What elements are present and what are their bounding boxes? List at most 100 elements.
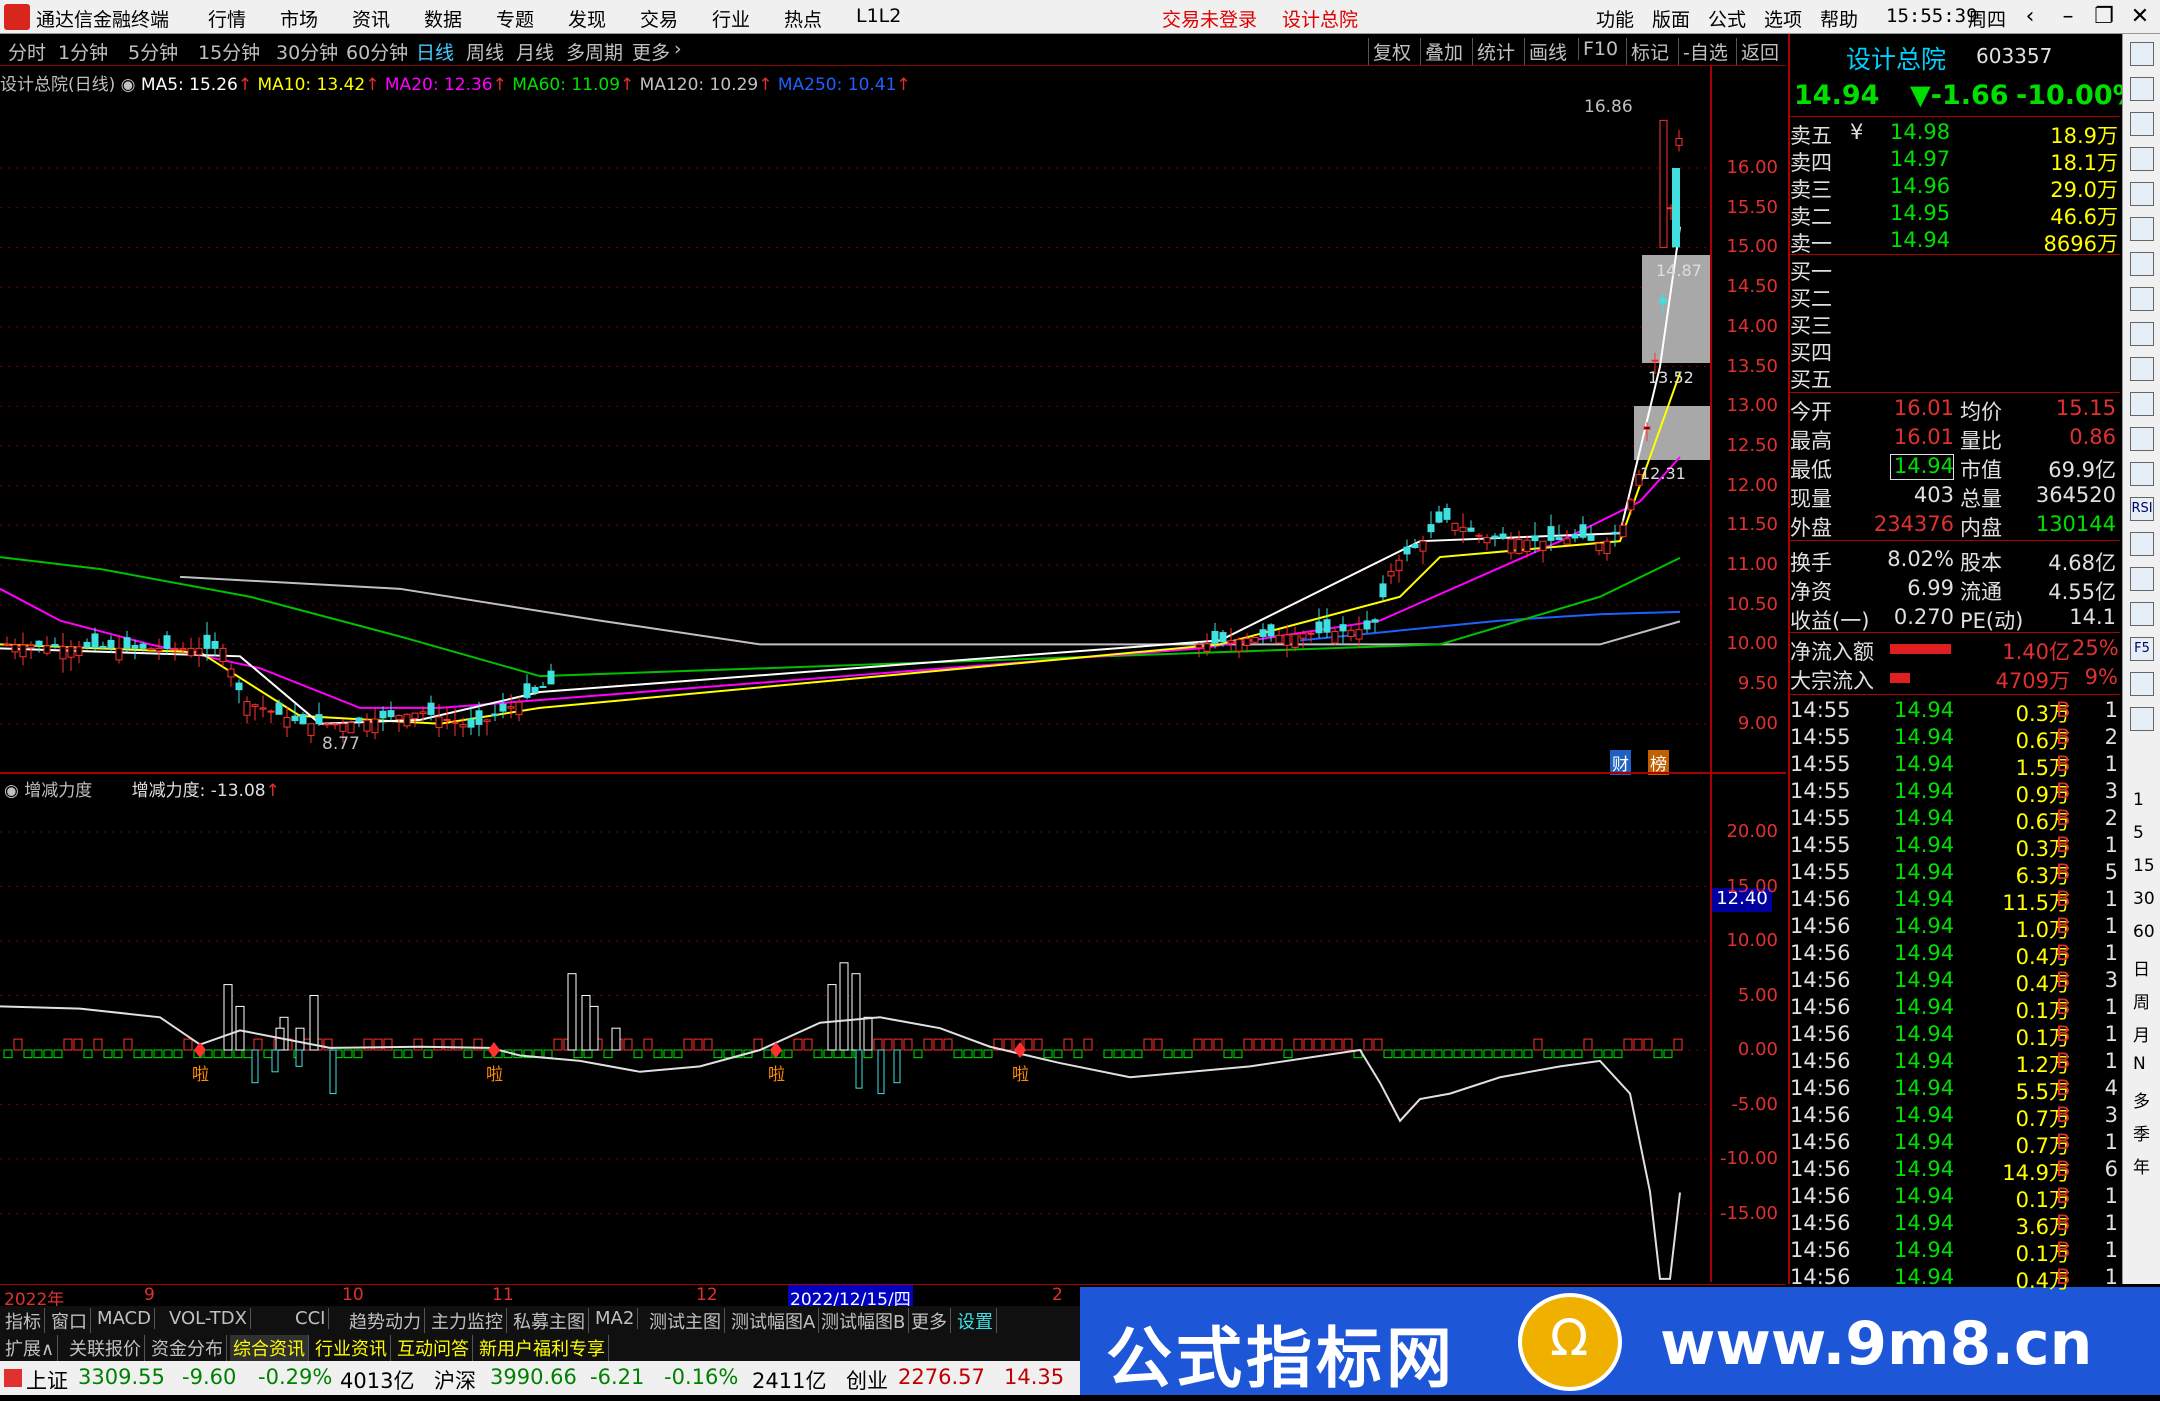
menu-item[interactable]: 专题	[496, 5, 534, 32]
tool-button[interactable]: -自选	[1678, 38, 1732, 65]
toolbar-icon[interactable]	[2130, 287, 2154, 311]
period-tab[interactable]: 更多	[632, 38, 670, 65]
maximize-icon[interactable]: ❐	[2084, 2, 2124, 32]
toolbar-icon[interactable]	[2130, 77, 2154, 101]
stat-row[interactable]: 现量 403 总量 364520	[1790, 483, 2120, 511]
tick-row[interactable]: 14:56 14.94 1.2万 B 1	[1790, 1049, 2120, 1077]
stat-row[interactable]: 最低 14.94 市值 69.9亿	[1790, 454, 2120, 482]
tab-item[interactable]: 指标	[2, 1308, 45, 1334]
sidebar-period-60[interactable]: 60	[2133, 922, 2155, 942]
sidebar-period-周[interactable]: 周	[2133, 988, 2150, 1013]
tab-item[interactable]: 测试主图	[646, 1308, 725, 1334]
tick-row[interactable]: 14:56 14.94 0.7万 B 1	[1790, 1130, 2120, 1158]
toolbar-icon[interactable]	[2130, 217, 2154, 241]
tab-item[interactable]: 测试幅图A	[728, 1308, 820, 1334]
tick-row[interactable]: 14:56 14.94 3.6万 B 1	[1790, 1211, 2120, 1239]
tick-row[interactable]: 14:56 14.94 0.1万 B 1	[1790, 995, 2120, 1023]
menu-item[interactable]: 交易	[640, 5, 678, 32]
toolbar-icon[interactable]	[2130, 427, 2154, 451]
tab-item[interactable]: 综合资讯	[230, 1335, 309, 1361]
tab-item[interactable]: 主力监控	[428, 1308, 507, 1334]
tick-row[interactable]: 14:56 14.94 0.4万 B 3	[1790, 968, 2120, 996]
tab-item[interactable]: 扩展∧	[2, 1335, 59, 1361]
chevron-right-icon[interactable]: ›	[674, 38, 682, 60]
toolbar-icon[interactable]	[2130, 252, 2154, 276]
stat-row[interactable]: 外盘 234376 内盘 130144	[1790, 512, 2120, 540]
tool-button[interactable]: F10	[1578, 38, 1622, 60]
bid-row[interactable]: 买一	[1790, 256, 2120, 284]
sidebar-period-日[interactable]: 日	[2133, 955, 2150, 980]
index-name[interactable]: 创业	[846, 1365, 888, 1395]
flow-row[interactable]: 净流入额 1.40亿 25%	[1790, 636, 2120, 664]
sidebar-period-5[interactable]: 5	[2133, 823, 2144, 843]
tab-item[interactable]: 新用户福利专享	[476, 1335, 609, 1361]
tab-item[interactable]: CCI	[292, 1308, 330, 1329]
ask-row[interactable]: 卖一 14.94 8696万	[1790, 228, 2120, 256]
kline-chart[interactable]: 设计总院(日线) ◉ MA5: 15.26↑ MA10: 13.42↑ MA20…	[0, 66, 1712, 775]
tab-item[interactable]: 趋势动力	[346, 1308, 425, 1334]
menu-item[interactable]: 行情	[208, 5, 246, 32]
index-name[interactable]: 沪深	[434, 1365, 476, 1395]
menu-item[interactable]: 公式	[1708, 5, 1746, 32]
ask-row[interactable]: 卖五 14.98 18.9万	[1790, 120, 2120, 148]
stat-row[interactable]: 收益(一) 0.270 PE(动) 14.1	[1790, 605, 2120, 633]
tick-row[interactable]: 14:56 14.94 0.4万 B 1	[1790, 1265, 2120, 1293]
sidebar-period-N[interactable]: N	[2133, 1054, 2146, 1074]
tab-item[interactable]: 私募主图	[510, 1308, 589, 1334]
tick-row[interactable]: 14:56 14.94 0.1万 B 1	[1790, 1238, 2120, 1266]
menu-item[interactable]: 版面	[1652, 5, 1690, 32]
tool-button[interactable]: 复权	[1368, 38, 1415, 65]
bid-row[interactable]: 买五	[1790, 364, 2120, 392]
tick-row[interactable]: 14:56 14.94 1.0万 B 1	[1790, 914, 2120, 942]
menu-item[interactable]: 功能	[1596, 5, 1634, 32]
tick-row[interactable]: 14:55 14.94 6.3万 B 5	[1790, 860, 2120, 888]
sidebar-period-15[interactable]: 15	[2133, 856, 2155, 876]
toolbar-icon[interactable]	[2130, 147, 2154, 171]
toolbar-icon[interactable]	[2130, 182, 2154, 206]
menu-item[interactable]: 数据	[424, 5, 462, 32]
toolbar-icon[interactable]: RSI	[2130, 497, 2154, 521]
tab-item[interactable]: 窗口	[48, 1308, 91, 1334]
tool-button[interactable]: 统计	[1472, 38, 1519, 65]
tool-button[interactable]: 叠加	[1420, 38, 1467, 65]
ask-row[interactable]: 卖四 14.97 18.1万	[1790, 147, 2120, 175]
toolbar-icon[interactable]	[2130, 42, 2154, 66]
stat-row[interactable]: 今开 16.01 均价 15.15	[1790, 396, 2120, 424]
tick-row[interactable]: 14:55 14.94 0.3万 B 1	[1790, 698, 2120, 726]
period-tab[interactable]: 多周期	[566, 38, 623, 65]
menu-item[interactable]: 市场	[280, 5, 318, 32]
period-tab[interactable]: 周线	[466, 38, 504, 65]
tick-row[interactable]: 14:55 14.94 0.6万 B 2	[1790, 806, 2120, 834]
tick-row[interactable]: 14:55 14.94 0.9万 B 3	[1790, 779, 2120, 807]
tab-item[interactable]: 更多	[908, 1308, 951, 1334]
toolbar-icon[interactable]	[2130, 462, 2154, 486]
tick-row[interactable]: 14:55 14.94 1.5万 B 1	[1790, 752, 2120, 780]
bid-row[interactable]: 买二	[1790, 283, 2120, 311]
close-icon[interactable]: ✕	[2120, 2, 2160, 32]
menu-item[interactable]: 帮助	[1820, 5, 1858, 32]
tick-row[interactable]: 14:56 14.94 5.5万 B 4	[1790, 1076, 2120, 1104]
menu-item[interactable]: 行业	[712, 5, 750, 32]
flow-row[interactable]: 大宗流入 4709万 9%	[1790, 665, 2120, 693]
stat-row[interactable]: 最高 16.01 量比 0.86	[1790, 425, 2120, 453]
sidebar-period-30[interactable]: 30	[2133, 889, 2155, 909]
sidebar-period-季[interactable]: 季	[2133, 1120, 2150, 1145]
period-tab[interactable]: 30分钟	[276, 38, 338, 65]
toolbar-icon[interactable]	[2130, 532, 2154, 556]
toolbar-icon[interactable]	[2130, 112, 2154, 136]
tool-button[interactable]: 返回	[1736, 38, 1783, 65]
tool-button[interactable]: 画线	[1524, 38, 1571, 65]
toolbar-icon[interactable]	[2130, 672, 2154, 696]
menu-item[interactable]: 选项	[1764, 5, 1802, 32]
indicator-chart[interactable]: ◉ 增减力度 增减力度: -13.08↑ 啦啦啦啦	[0, 772, 1712, 1282]
menu-item[interactable]: 资讯	[352, 5, 390, 32]
ask-row[interactable]: 卖二 14.95 46.6万	[1790, 201, 2120, 229]
tick-row[interactable]: 14:56 14.94 0.1万 B 1	[1790, 1022, 2120, 1050]
tick-row[interactable]: 14:56 14.94 0.7万 B 3	[1790, 1103, 2120, 1131]
menu-item[interactable]: 热点	[784, 5, 822, 32]
trade-status[interactable]: 交易未登录	[1162, 5, 1257, 32]
tool-button[interactable]: 标记	[1626, 38, 1673, 65]
period-tab[interactable]: 1分钟	[58, 38, 108, 65]
toolbar-icon[interactable]	[2130, 707, 2154, 731]
menu-item[interactable]: 发现	[568, 5, 606, 32]
